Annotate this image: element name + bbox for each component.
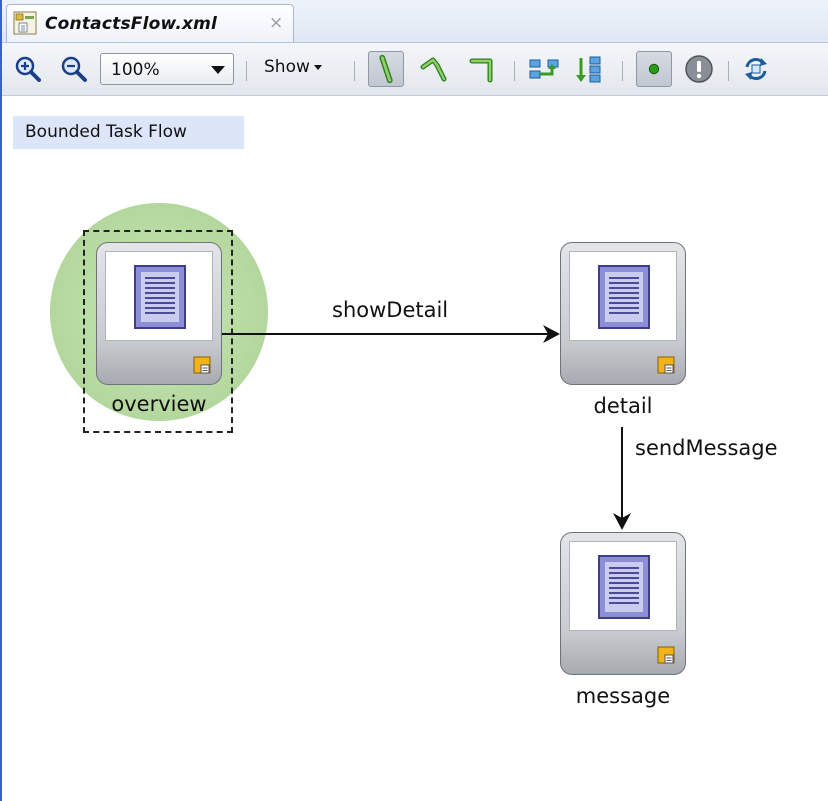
view-activity-box (96, 242, 222, 385)
xml-file-icon (13, 11, 37, 35)
zoom-in-icon[interactable] (14, 55, 42, 83)
toolbar-separator (622, 61, 623, 81)
straight-line-icon[interactable] (368, 51, 404, 87)
zoom-level-select[interactable]: 100% (100, 53, 234, 85)
page-badge-icon (193, 356, 211, 374)
caret-down-icon (313, 64, 322, 70)
node-label-detail: detail (593, 394, 653, 418)
default-activity-icon[interactable] (636, 51, 672, 87)
view-activity-inner (105, 251, 213, 341)
polyline-icon[interactable] (420, 55, 448, 83)
warning-icon[interactable] (684, 54, 714, 84)
view-page-icon (598, 555, 650, 619)
toolbar-separator (514, 61, 515, 81)
edge-showdetail[interactable] (221, 325, 560, 343)
activity-node-message[interactable] (560, 532, 686, 675)
view-activity-box (560, 242, 686, 385)
diagram-canvas[interactable]: Bounded Task Flow showDetail sendMessage (2, 96, 828, 801)
edge-label-sendmessage: sendMessage (635, 436, 778, 460)
show-menu-label: Show (264, 57, 310, 77)
zoom-level-value: 100% (111, 60, 160, 80)
view-activity-inner (569, 251, 677, 341)
refresh-icon[interactable] (742, 55, 770, 83)
diagram-toolbar: 100% Show (2, 43, 828, 96)
view-page-icon (134, 265, 186, 329)
editor-tab-bar: ContactsFlow.xml × (2, 0, 828, 43)
view-page-icon (598, 265, 650, 329)
activity-node-overview[interactable] (96, 242, 222, 385)
editor-tab[interactable]: ContactsFlow.xml × (6, 4, 294, 42)
activity-node-detail[interactable] (560, 242, 686, 385)
view-activity-inner (569, 541, 677, 631)
chevron-down-icon (211, 66, 225, 74)
node-label-overview: overview (111, 392, 207, 416)
toolbar-separator (246, 61, 247, 81)
edge-label-showdetail: showDetail (332, 298, 449, 322)
orthogonal-line-icon[interactable] (468, 55, 496, 83)
align-vertical-icon[interactable] (574, 55, 606, 83)
node-label-message: message (575, 684, 671, 708)
toolbar-separator (354, 61, 355, 81)
page-badge-icon (657, 356, 675, 374)
zoom-out-icon[interactable] (60, 55, 88, 83)
view-activity-box (560, 532, 686, 675)
page-badge-icon (657, 646, 675, 664)
tab-title: ContactsFlow.xml (45, 14, 218, 34)
edge-sendmessage[interactable] (613, 427, 631, 530)
show-menu-button[interactable]: Show (264, 57, 322, 77)
toolbar-separator (728, 61, 729, 81)
close-icon[interactable]: × (269, 13, 283, 33)
align-horizontal-icon[interactable] (528, 55, 560, 83)
